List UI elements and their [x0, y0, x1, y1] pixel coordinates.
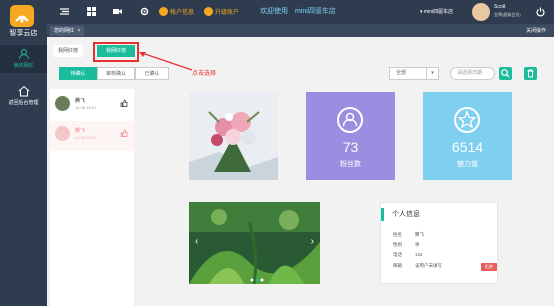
- close-icon[interactable]: ×: [77, 28, 80, 34]
- store-name: mini四驱车店: [295, 8, 336, 15]
- charm-label: 魅力值: [457, 161, 478, 168]
- store-dropdown[interactable]: ▾ mini四驱车店: [420, 8, 453, 15]
- close-actions-dropdown[interactable]: 关闭操作: [526, 27, 546, 34]
- upgrade-icon[interactable]: [203, 6, 214, 17]
- power-icon[interactable]: [535, 6, 546, 17]
- filter-pending[interactable]: 待确认: [59, 67, 97, 80]
- avatar: [55, 96, 70, 111]
- sidebar-item-back-admin[interactable]: 返回后台管理: [0, 82, 47, 110]
- annotation-highlight-box: [93, 42, 139, 62]
- tab-bar: 您的网红 × 关闭操作: [47, 24, 554, 37]
- profile-info-panel: 个人信息 姓名 腾飞 性别 男 电话 134 邮箱 该用户未填写 拒绝: [380, 202, 498, 284]
- avatar[interactable]: [472, 3, 490, 21]
- list-item-name: 腾飞: [75, 98, 86, 104]
- search-button[interactable]: [499, 67, 512, 80]
- user-role: 金牌(超级会员): [494, 12, 521, 17]
- tab-my-influencers[interactable]: 您的网红 ×: [50, 26, 85, 36]
- star-icon: [454, 107, 480, 133]
- photo-carousel[interactable]: ‹ ›: [189, 202, 320, 285]
- app-logo[interactable]: 智享云店: [0, 0, 47, 40]
- field-value: 腾飞: [415, 232, 424, 237]
- profile-row-phone: 电话 134: [393, 252, 423, 258]
- profile-row-email: 邮箱 该用户未填写: [393, 263, 442, 269]
- logo-icon: [10, 5, 34, 27]
- chevron-left-icon[interactable]: ‹: [195, 236, 198, 247]
- top-bar: 帐户信息 升级账户 欢迎使用 mini四驱车店 ▾ mini四驱车店 Scott…: [47, 0, 554, 24]
- field-label: 姓名: [393, 232, 402, 237]
- upgrade-link[interactable]: 升级账户: [215, 7, 239, 16]
- video-icon[interactable]: [112, 6, 123, 17]
- profile-photo: [189, 92, 278, 180]
- chevron-right-icon[interactable]: ›: [311, 236, 314, 247]
- welcome-text: 欢迎使用: [260, 8, 288, 15]
- fans-card: 73 粉丝数: [306, 92, 395, 180]
- avatar: [55, 126, 70, 141]
- account-icon[interactable]: [158, 6, 169, 17]
- field-value: 该用户未填写: [415, 263, 442, 268]
- fans-label: 粉丝数: [340, 161, 361, 168]
- annotation-arrow: [139, 52, 193, 71]
- tab-label: 您的网红: [54, 28, 75, 34]
- sidebar: 智享云店 我的网红 返回后台管理: [0, 0, 47, 306]
- logo-text: 智享云店: [9, 30, 38, 37]
- annotation-text: 点击选择: [192, 71, 217, 77]
- list-item-name: 腾飞: [75, 128, 86, 134]
- list-item[interactable]: 腾飞 12-08 10:07: [50, 91, 134, 121]
- home-icon: [18, 85, 29, 97]
- filter-reviewing[interactable]: 审核确认: [97, 67, 135, 80]
- field-label: 性别: [393, 242, 402, 247]
- trash-icon: [527, 69, 534, 78]
- list-item[interactable]: 腾飞 12-09 09:00: [50, 121, 134, 151]
- menu-toggle-icon[interactable]: [59, 6, 70, 17]
- thumb-icon[interactable]: [120, 129, 128, 137]
- account-manage-link[interactable]: 帐户信息: [170, 7, 194, 16]
- list-item-time: 12-09 09:00: [75, 135, 97, 140]
- field-label: 邮箱: [393, 263, 402, 268]
- charm-value: 6514: [451, 139, 484, 155]
- sidebar-item-label: 我的网红: [13, 63, 34, 69]
- select-value: 全部: [396, 70, 407, 76]
- user-icon: [18, 49, 29, 60]
- status-select[interactable]: 全部 ▾: [389, 67, 439, 80]
- profile-row-name: 姓名 腾飞: [393, 232, 424, 238]
- delete-button[interactable]: [524, 67, 537, 80]
- field-value: 134: [415, 252, 423, 257]
- charm-card: 6514 魅力值: [423, 92, 512, 180]
- filter-row: 待确认 审核确认 已确认 全部 ▾ 请选择日期: [47, 62, 554, 88]
- search-icon: [501, 69, 510, 78]
- profile-row-gender: 性别 男: [393, 242, 420, 248]
- sidebar-item-my-influencers[interactable]: 我的网红: [0, 45, 47, 73]
- influencer-list: 腾飞 12-08 10:07 腾飞 12-09 09:00: [50, 89, 134, 306]
- thumb-icon[interactable]: [120, 99, 128, 107]
- grid-icon[interactable]: [86, 6, 97, 17]
- gear-icon[interactable]: [139, 6, 150, 17]
- field-value: 男: [415, 242, 420, 247]
- main-content: 我网红榜 我网红榜 待确认 审核确认 已确认 全部 ▾ 请选择日期 腾飞 12-…: [47, 37, 554, 306]
- tab-all-influencers[interactable]: 我网红榜: [53, 45, 83, 57]
- store-dropdown-label: mini四驱车店: [423, 9, 454, 15]
- field-label: 电话: [393, 252, 402, 257]
- reject-button[interactable]: 拒绝: [481, 263, 497, 271]
- chevron-down-icon: ▾: [426, 68, 438, 79]
- user-name[interactable]: Scott: [494, 4, 505, 10]
- date-search-input[interactable]: 请选择日期: [450, 67, 495, 80]
- list-item-time: 12-08 10:07: [75, 105, 97, 110]
- fans-count: 73: [342, 139, 359, 155]
- profile-title: 个人信息: [381, 208, 499, 221]
- user-icon: [337, 107, 363, 133]
- sidebar-item-label: 返回后台管理: [8, 100, 39, 106]
